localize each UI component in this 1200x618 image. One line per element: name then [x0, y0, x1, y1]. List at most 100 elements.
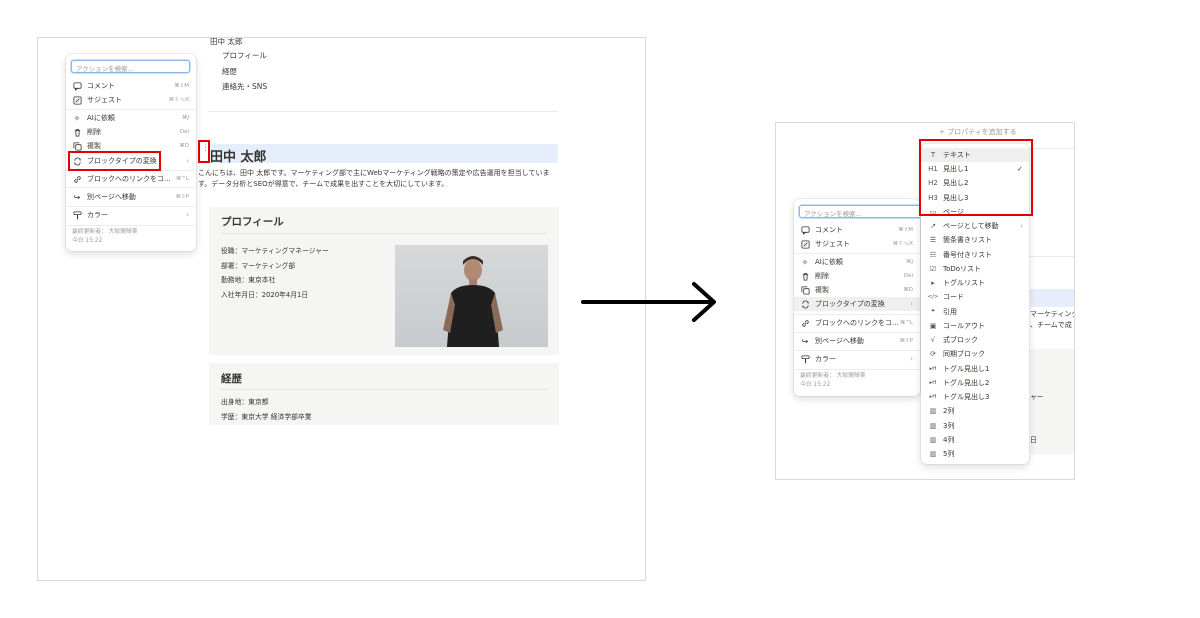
- bg-text: 、チームで成: [1030, 321, 1072, 329]
- submenu-label: トグル見出し2: [943, 379, 990, 388]
- menu-label: ブロックタイプの変換: [815, 300, 885, 308]
- turn-into-3-columns[interactable]: ▥ 3列: [921, 419, 1029, 433]
- search-placeholder: アクションを検索...: [804, 210, 862, 218]
- menu-shortcut: ⌘J: [905, 259, 913, 265]
- last-edited-by: 最終更新者： 大坂間琴美: [800, 373, 866, 379]
- toc-item-career[interactable]: 経歴: [222, 66, 237, 77]
- menu-item-suggest[interactable]: サジェスト ⌘⇧⌥X: [794, 237, 920, 251]
- menu-item-ask-ai[interactable]: ✧ AIに依頼 ⌘J: [66, 111, 196, 125]
- quote-icon: ❝: [931, 308, 935, 317]
- career-title: 経歴: [221, 373, 242, 385]
- menu-shortcut: ⌘^L: [899, 320, 913, 326]
- numbered-list-icon: ☷: [929, 251, 937, 260]
- career-line: 学歴：東京大学 経済学部卒業: [221, 413, 312, 421]
- ai-icon: ✧: [73, 113, 81, 123]
- turn-into-2-columns[interactable]: ▥ 2列: [921, 404, 1029, 418]
- turn-into-code[interactable]: </> コード: [921, 290, 1029, 304]
- menu-label: 削除: [87, 128, 101, 136]
- submenu-label: トグルリスト: [943, 279, 985, 288]
- comment-icon: [800, 225, 810, 235]
- menu-label: 複製: [815, 286, 829, 294]
- turn-into-5-columns[interactable]: ▥ 5列: [921, 447, 1029, 461]
- toc-item-contact[interactable]: 連絡先・SNS: [222, 81, 267, 92]
- menu-label: ブロックへのリンクをコ...: [815, 319, 899, 327]
- code-icon: </>: [927, 294, 939, 301]
- turn-into-page-move[interactable]: ↗ ページとして移動 ›: [921, 219, 1029, 233]
- turn-into-highlight: [68, 151, 161, 171]
- turn-into-toggle-heading-3[interactable]: ▸H トグル見出し3: [921, 390, 1029, 404]
- intro-paragraph: こんにちは、田中 太郎です。マーケティング部で主にWebマーケティング戦略の策定…: [198, 168, 578, 190]
- submenu-label: 同期ブロック: [943, 350, 985, 359]
- turn-into-todo-list[interactable]: ☑ ToDoリスト: [921, 262, 1029, 276]
- profile-line: 入社年月日：2020年4月1日: [221, 291, 309, 299]
- menu-item-move-to[interactable]: ↪ 別ページへ移動 ⌘⇧P: [66, 190, 196, 204]
- turn-into-synced-block[interactable]: ⟳ 同期ブロック: [921, 347, 1029, 361]
- menu-separator: [66, 187, 196, 188]
- toc-parent[interactable]: 田中 太郎: [210, 38, 242, 47]
- toggle-heading-icon: ▸H: [929, 394, 937, 401]
- menu-shortcut: ⌘D: [903, 287, 913, 293]
- turn-into-quote[interactable]: ❝ 引用: [921, 305, 1029, 319]
- menu-label: ブロックへのリンクをコ...: [87, 175, 171, 183]
- menu-item-ask-ai[interactable]: ✧ AIに依頼 ⌘J: [794, 255, 920, 269]
- menu-item-delete[interactable]: 削除 Del: [66, 125, 196, 139]
- menu-label: AIに依頼: [815, 258, 843, 266]
- columns-icon: ▥: [929, 422, 937, 431]
- menu-item-color[interactable]: カラー ›: [66, 208, 196, 222]
- career-card: 経歴 出身地：東京都 学歴：東京大学 経済学部卒業: [209, 363, 559, 425]
- toc-item-profile[interactable]: プロフィール: [222, 50, 267, 61]
- chevron-right-icon: ›: [910, 355, 913, 363]
- menu-item-comment[interactable]: コメント ⌘⇧M: [794, 223, 920, 237]
- menu-shortcut: ⌘⇧P: [175, 194, 189, 200]
- add-property-button[interactable]: + プロパティを追加する: [939, 127, 1017, 137]
- toggle-list-icon: ▸: [931, 279, 935, 288]
- page-move-icon: ↗: [930, 222, 936, 231]
- turn-into-4-columns[interactable]: ▥ 4列: [921, 433, 1029, 447]
- turn-into-equation[interactable]: √ 式ブロック: [921, 333, 1029, 347]
- heading-block: [1030, 289, 1074, 307]
- menu-separator: [66, 109, 196, 110]
- page-heading: 田中 太郎: [210, 150, 267, 165]
- turn-into-callout[interactable]: ▣ コールアウト: [921, 319, 1029, 333]
- menu-item-suggest[interactable]: サジェスト ⌘⇧⌥X: [66, 93, 196, 107]
- menu-item-move-to[interactable]: ↪ 別ページへ移動 ⌘⇧P: [794, 334, 920, 348]
- menu-shortcut: ⌘⇧M: [898, 227, 913, 233]
- duplicate-icon: [800, 285, 810, 295]
- columns-icon: ▥: [929, 436, 937, 445]
- menu-item-copy-link[interactable]: ブロックへのリンクをコ... ⌘^L: [66, 172, 196, 186]
- bg-text: マーケティング: [1030, 310, 1075, 318]
- menu-item-delete[interactable]: 削除 Del: [794, 269, 920, 283]
- menu-label: コメント: [87, 82, 115, 90]
- submenu-label: 4列: [943, 436, 955, 445]
- menu-item-copy-link[interactable]: ブロックへのリンクをコ... ⌘^L: [794, 316, 920, 330]
- menu-item-turn-into[interactable]: ブロックタイプの変換 ›: [794, 297, 920, 311]
- turn-into-icon: [800, 299, 810, 309]
- divider: [1030, 256, 1074, 257]
- trash-icon: [800, 271, 810, 281]
- menu-shortcut: Del: [903, 273, 913, 279]
- turn-into-toggle-heading-2[interactable]: ▸H トグル見出し2: [921, 376, 1029, 390]
- submenu-label: 箇条書きリスト: [943, 236, 992, 245]
- comment-icon: [72, 81, 82, 91]
- submenu-label: トグル見出し1: [943, 365, 990, 374]
- menu-item-duplicate[interactable]: 複製 ⌘D: [794, 283, 920, 297]
- action-search-input[interactable]: アクションを検索...: [799, 205, 920, 218]
- chevron-right-icon: ›: [1020, 222, 1023, 231]
- last-edited-by: 最終更新者： 大坂間琴美: [72, 229, 138, 235]
- menu-label: 複製: [87, 142, 101, 150]
- profile-line: 勤務地：東京本社: [221, 276, 276, 284]
- submenu-label: 5列: [943, 450, 955, 459]
- menu-item-comment[interactable]: コメント ⌘⇧M: [66, 79, 196, 93]
- move-icon: ↪: [801, 336, 809, 346]
- action-search-input[interactable]: アクションを検索...: [71, 60, 190, 73]
- menu-shortcut: ⌘⇧M: [174, 83, 189, 89]
- turn-into-bulleted-list[interactable]: ☰ 箇条書きリスト: [921, 233, 1029, 247]
- chevron-right-icon: ›: [186, 211, 189, 219]
- menu-label: 別ページへ移動: [87, 193, 136, 201]
- menu-shortcut: Del: [179, 129, 189, 135]
- intro-line-1: こんにちは、田中 太郎です。マーケティング部で主にWebマーケティング戦略の策定…: [198, 169, 550, 177]
- turn-into-toggle-list[interactable]: ▸ トグルリスト: [921, 276, 1029, 290]
- menu-item-color[interactable]: カラー ›: [794, 352, 920, 366]
- turn-into-toggle-heading-1[interactable]: ▸H トグル見出し1: [921, 362, 1029, 376]
- turn-into-numbered-list[interactable]: ☷ 番号付きリスト: [921, 248, 1029, 262]
